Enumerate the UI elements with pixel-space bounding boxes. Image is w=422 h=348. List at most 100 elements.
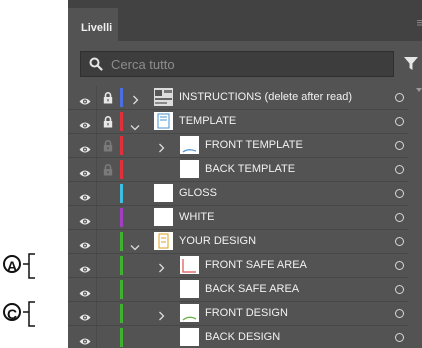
layer-color-bar (120, 88, 123, 107)
layer-row[interactable]: TEMPLATE (68, 110, 408, 134)
tab-layers[interactable]: Livelli (68, 8, 118, 41)
column-divider (96, 86, 97, 109)
layer-row[interactable]: INSTRUCTIONS (delete after read) (68, 86, 408, 110)
search-box (80, 51, 394, 77)
target-circle-icon[interactable] (395, 117, 404, 126)
layers-panel: Livelli ≡ INSTRUCTIONS (delete after rea… (68, 0, 422, 348)
column-divider (96, 182, 97, 205)
layer-thumbnail (180, 328, 199, 346)
layer-thumbnail (180, 136, 199, 154)
layer-name: FRONT SAFE AREA (205, 259, 307, 271)
layer-color-bar (120, 112, 123, 131)
layer-thumbnail (180, 160, 199, 178)
eye-icon[interactable] (79, 261, 91, 279)
eye-icon[interactable] (79, 165, 91, 183)
eye-icon[interactable] (79, 309, 91, 327)
layer-color-bar (120, 328, 123, 347)
layer-row[interactable]: YOUR DESIGN (68, 230, 408, 254)
target-circle-icon[interactable] (395, 189, 404, 198)
layer-thumbnail (180, 280, 199, 298)
layer-color-bar (120, 304, 123, 323)
target-circle-icon[interactable] (395, 237, 404, 246)
eye-icon[interactable] (79, 237, 91, 255)
search-input[interactable] (111, 55, 381, 73)
target-circle-icon[interactable] (395, 141, 404, 150)
layers-list: INSTRUCTIONS (delete after read) TEMPLATE… (68, 86, 408, 348)
eye-icon[interactable] (79, 285, 91, 303)
column-divider (96, 110, 97, 133)
filter-icon[interactable] (404, 57, 418, 71)
layer-row[interactable]: BACK SAFE AREA (68, 278, 408, 302)
target-circle-icon[interactable] (395, 165, 404, 174)
layer-thumbnail (180, 256, 199, 274)
eye-icon[interactable] (79, 189, 91, 207)
layer-color-bar (120, 280, 123, 299)
layer-color-bar (120, 136, 123, 155)
chevron-right-icon[interactable] (158, 260, 165, 278)
target-circle-icon[interactable] (395, 93, 404, 102)
layer-name: FRONT DESIGN (205, 307, 288, 319)
column-divider (96, 230, 97, 253)
layer-row[interactable]: FRONT SAFE AREA (68, 254, 408, 278)
layer-row[interactable]: BACK DESIGN (68, 326, 408, 348)
lock-icon[interactable] (103, 163, 113, 181)
callout-letter: A (3, 255, 21, 274)
column-divider (96, 254, 97, 277)
callout-c: C (0, 299, 66, 329)
chevron-right-icon[interactable] (132, 92, 139, 110)
callout-bracket (23, 253, 35, 279)
layer-color-bar (120, 232, 123, 251)
target-circle-icon[interactable] (395, 309, 404, 318)
layer-row[interactable]: FRONT TEMPLATE (68, 134, 408, 158)
callout-letter: C (3, 303, 21, 322)
eye-icon[interactable] (79, 213, 91, 231)
layer-name: BACK DESIGN (205, 331, 281, 343)
target-circle-icon[interactable] (395, 333, 404, 342)
eye-icon[interactable] (79, 117, 91, 135)
column-divider (96, 206, 97, 229)
target-circle-icon[interactable] (395, 213, 404, 222)
callout-bracket (23, 301, 35, 327)
column-divider (96, 158, 97, 181)
panel-tab-bar: Livelli ≡ (68, 0, 422, 41)
layer-thumbnail (154, 88, 173, 106)
eye-icon[interactable] (79, 93, 91, 111)
layer-color-bar (120, 208, 123, 227)
layer-name: GLOSS (179, 187, 217, 199)
layer-name: TEMPLATE (179, 115, 237, 127)
layer-row[interactable]: GLOSS (68, 182, 408, 206)
layer-name: BACK TEMPLATE (205, 163, 296, 175)
column-divider (96, 134, 97, 157)
layer-thumbnail (154, 232, 173, 250)
layer-name: FRONT TEMPLATE (205, 139, 303, 151)
layer-thumbnail (154, 184, 173, 202)
eye-icon[interactable] (79, 141, 91, 159)
lock-icon[interactable] (103, 139, 113, 157)
layer-row[interactable]: BACK TEMPLATE (68, 158, 408, 182)
panel-menu-icon[interactable]: ≡ (416, 15, 422, 30)
column-divider (96, 302, 97, 325)
lock-icon[interactable] (103, 115, 113, 133)
target-circle-icon[interactable] (395, 285, 404, 294)
layer-thumbnail (180, 304, 199, 322)
layer-thumbnail (154, 208, 173, 226)
layer-row[interactable]: FRONT DESIGN (68, 302, 408, 326)
layer-color-bar (120, 160, 123, 179)
layer-name: WHITE (179, 211, 215, 223)
layer-name: BACK SAFE AREA (205, 283, 300, 295)
callout-a: A (0, 251, 66, 281)
target-circle-icon[interactable] (395, 261, 404, 270)
chevron-right-icon[interactable] (158, 140, 165, 158)
column-divider (96, 326, 97, 348)
layer-name: YOUR DESIGN (179, 235, 257, 247)
search-icon (89, 57, 103, 71)
layer-color-bar (120, 256, 123, 275)
scroll-up-arrow-icon[interactable] (416, 88, 422, 92)
layer-color-bar (120, 184, 123, 203)
eye-icon[interactable] (79, 333, 91, 348)
layer-row[interactable]: WHITE (68, 206, 408, 230)
chevron-right-icon[interactable] (158, 308, 165, 326)
column-divider (96, 278, 97, 301)
layer-thumbnail (154, 112, 173, 130)
lock-icon[interactable] (103, 91, 113, 109)
